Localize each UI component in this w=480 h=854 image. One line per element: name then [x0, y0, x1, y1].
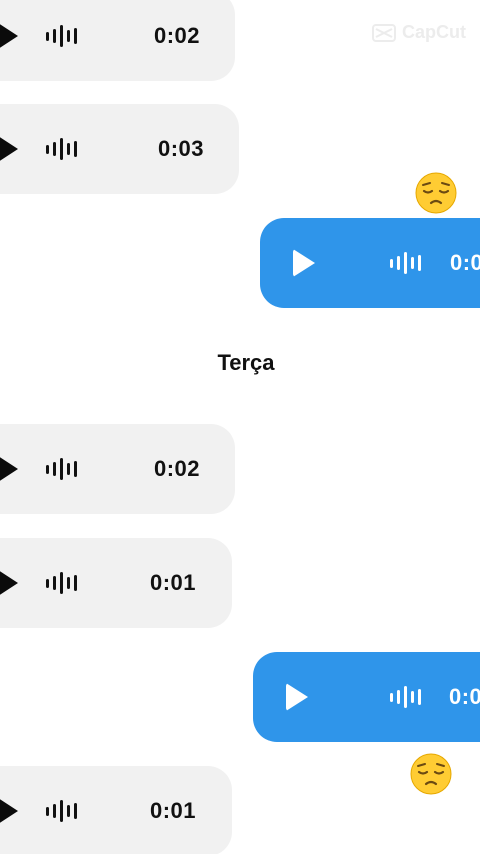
waveform-icon [46, 137, 77, 161]
play-icon[interactable] [0, 136, 18, 162]
capcut-watermark: CapCut [372, 22, 466, 43]
chat-screen: CapCut 0:02 0:03 0:0 Terça 0:02 0:01 0:0… [0, 0, 480, 854]
waveform-icon [390, 251, 421, 275]
play-icon[interactable] [0, 570, 18, 596]
voice-duration: 0:0 [449, 684, 480, 709]
waveform-icon [46, 799, 77, 823]
play-icon[interactable] [0, 798, 18, 824]
voice-message-incoming[interactable]: 0:02 [0, 424, 235, 514]
play-icon[interactable] [0, 456, 18, 482]
pensive-face-emoji-icon [415, 172, 457, 214]
pensive-face-emoji-icon [410, 753, 452, 795]
voice-message-incoming[interactable]: 0:01 [0, 538, 232, 628]
voice-duration: 0:02 [154, 456, 201, 481]
play-icon[interactable] [293, 249, 315, 277]
play-icon[interactable] [0, 23, 18, 49]
voice-duration: 0:01 [150, 798, 197, 823]
waveform-icon [46, 24, 77, 48]
voice-duration: 0:0 [450, 250, 480, 275]
voice-message-outgoing[interactable]: 0:0 [253, 652, 480, 742]
voice-message-incoming[interactable]: 0:01 [0, 766, 232, 854]
watermark-text: CapCut [402, 22, 466, 42]
voice-duration: 0:03 [158, 136, 205, 161]
play-icon[interactable] [286, 683, 308, 711]
capcut-logo-icon [372, 23, 396, 42]
voice-message-incoming[interactable]: 0:02 [0, 0, 235, 81]
voice-message-outgoing[interactable]: 0:0 [260, 218, 480, 308]
voice-duration: 0:01 [150, 570, 197, 595]
day-separator: Terça [217, 350, 275, 375]
waveform-icon [46, 457, 77, 481]
voice-duration: 0:02 [154, 23, 201, 48]
voice-message-incoming[interactable]: 0:03 [0, 104, 239, 194]
waveform-icon [46, 571, 77, 595]
waveform-icon [390, 685, 421, 709]
